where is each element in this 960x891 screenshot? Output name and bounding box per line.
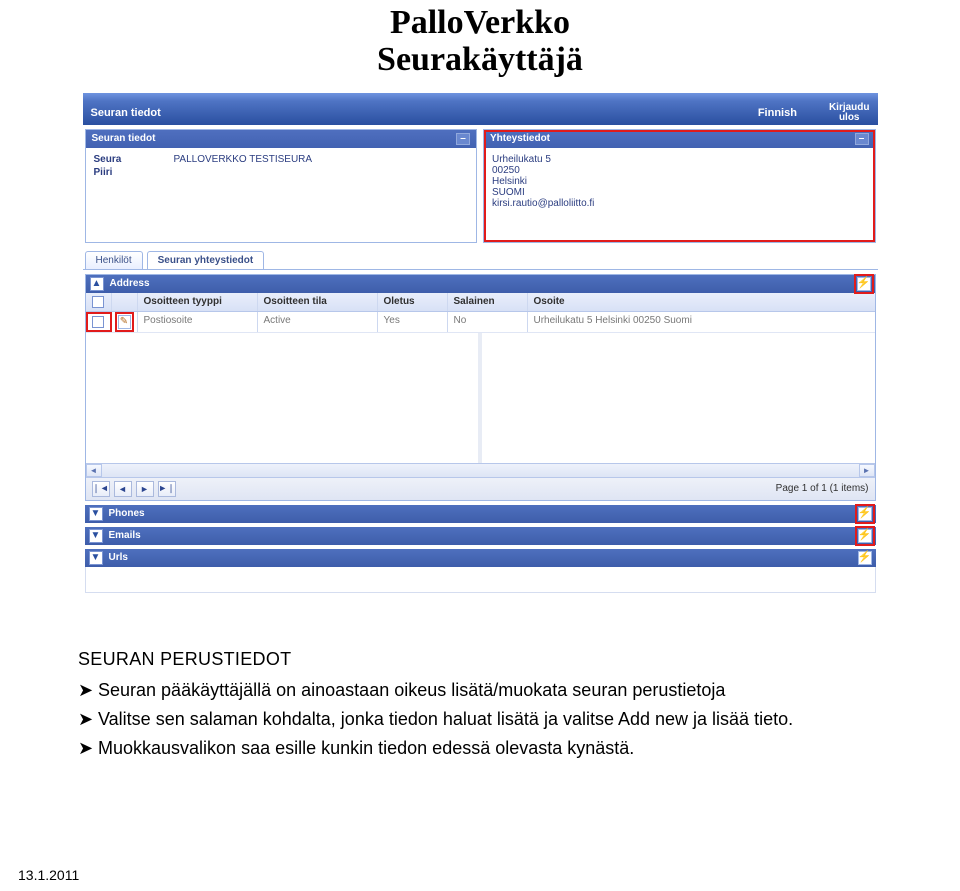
contact-line: kirsi.rautio@palloliitto.fi	[492, 198, 867, 209]
menubar: Seuran tiedot Finnish Kirjaudu ulos	[83, 101, 878, 125]
pager-prev-icon[interactable]: ◄	[114, 481, 132, 497]
panel-title-right: Yhteystiedot	[490, 133, 550, 145]
cell-secret: No	[448, 312, 528, 332]
col-osoite[interactable]: Osoite	[528, 293, 875, 311]
section-title: Address	[110, 278, 150, 289]
tab-seuran-yhteystiedot[interactable]: Seuran yhteystiedot	[147, 251, 265, 269]
panel-body-left: Seura PALLOVERKKO TESTISEURA Piiri	[86, 148, 477, 242]
footer-date: 13.1.2011	[18, 867, 79, 883]
section-title: Phones	[109, 508, 145, 519]
cell-type: Postiosoite	[138, 312, 258, 332]
header-edit-col	[112, 293, 138, 311]
bullet-marker-icon: ➤	[78, 707, 98, 732]
row-checkbox-cell[interactable]	[86, 312, 112, 332]
tabs: Henkilöt Seuran yhteystiedot	[83, 251, 878, 270]
language-selector[interactable]: Finnish	[758, 107, 797, 119]
section-emails[interactable]: ▼ Emails ⚡	[85, 527, 876, 545]
info-panels-row: Seuran tiedot – Seura PALLOVERKKO TESTIS…	[83, 129, 878, 243]
instruction-text: SEURAN PERUSTIEDOT ➤ Seuran pääkäyttäjäl…	[78, 647, 882, 762]
bolt-icon[interactable]: ⚡	[858, 529, 872, 543]
app-screenshot: Seuran tiedot Finnish Kirjaudu ulos Seur…	[83, 93, 878, 593]
bullet-text: Seuran pääkäyttäjällä on ainoastaan oike…	[98, 678, 725, 703]
pencil-icon[interactable]: ✎	[118, 315, 131, 329]
pager-text: Page 1 of 1 (1 items)	[776, 483, 869, 494]
contact-line: Urheilukatu 5	[492, 154, 867, 165]
panel-yhteystiedot: Yhteystiedot – Urheilukatu 5 00250 Helsi…	[483, 129, 876, 243]
panel-header-right: Yhteystiedot –	[484, 130, 875, 148]
section-header-address: ▲ Address ⚡	[86, 275, 875, 293]
bullet-marker-icon: ➤	[78, 736, 98, 761]
menu-seuran-tiedot[interactable]: Seuran tiedot	[91, 107, 161, 119]
logout-button[interactable]: Kirjaudu ulos	[829, 103, 870, 123]
section-phones[interactable]: ▼ Phones ⚡	[85, 505, 876, 523]
bolt-icon[interactable]: ⚡	[858, 551, 872, 565]
panel-collapse-icon[interactable]: –	[855, 133, 869, 145]
kv-key: Piiri	[94, 167, 174, 178]
panel-body-right: Urheilukatu 5 00250 Helsinki SUOMI kirsi…	[484, 148, 875, 242]
bullet-text: Muokkausvalikon saa esille kunkin tiedon…	[98, 736, 634, 761]
contact-line: SUOMI	[492, 187, 867, 198]
panel-title-left: Seuran tiedot	[92, 133, 156, 145]
panel-header-left: Seuran tiedot –	[86, 130, 477, 148]
col-osoitteen-tila[interactable]: Osoitteen tila	[258, 293, 378, 311]
title-line1: PalloVerkko	[390, 4, 570, 41]
contact-line: Helsinki	[492, 176, 867, 187]
title-line2: Seurakäyttäjä	[377, 41, 583, 78]
bolt-icon[interactable]: ⚡	[858, 507, 872, 521]
bullet-text: Valitse sen salaman kohdalta, jonka tied…	[98, 707, 793, 732]
checkbox-icon[interactable]	[92, 316, 104, 328]
bullet-item: ➤ Seuran pääkäyttäjällä on ainoastaan oi…	[78, 678, 882, 703]
top-strip	[83, 93, 878, 101]
bullet-item: ➤ Valitse sen salaman kohdalta, jonka ti…	[78, 707, 882, 732]
section-address: ▲ Address ⚡ Osoitteen tyyppi Osoitteen t…	[85, 274, 876, 501]
kv-value	[174, 167, 469, 178]
panel-seuran-tiedot: Seuran tiedot – Seura PALLOVERKKO TESTIS…	[85, 129, 478, 243]
kv-row: Piiri	[94, 167, 469, 178]
pager-next-icon[interactable]: ►	[136, 481, 154, 497]
pager-first-icon[interactable]: ❘◄	[92, 481, 110, 497]
section-title: Urls	[109, 552, 128, 563]
tab-henkilot[interactable]: Henkilöt	[85, 251, 143, 269]
row-edit-cell[interactable]: ✎	[112, 312, 138, 332]
cell-address: Urheilukatu 5 Helsinki 00250 Suomi	[528, 312, 875, 332]
grid-header: Osoitteen tyyppi Osoitteen tila Oletus S…	[86, 293, 875, 312]
panel-collapse-icon[interactable]: –	[456, 133, 470, 145]
cell-state: Active	[258, 312, 378, 332]
expand-icon[interactable]: ▼	[89, 551, 103, 565]
cell-default: Yes	[378, 312, 448, 332]
kv-row: Seura PALLOVERKKO TESTISEURA	[94, 154, 469, 165]
section-title: Emails	[109, 530, 141, 541]
expand-icon[interactable]: ▼	[89, 507, 103, 521]
checkbox-icon[interactable]	[92, 296, 104, 308]
kv-value: PALLOVERKKO TESTISEURA	[174, 154, 469, 165]
bottom-blank	[85, 567, 876, 593]
grid-empty-area	[86, 333, 875, 463]
contact-line: 00250	[492, 165, 867, 176]
collapse-icon[interactable]: ▲	[90, 277, 104, 291]
col-salainen[interactable]: Salainen	[448, 293, 528, 311]
kv-key: Seura	[94, 154, 174, 165]
bullet-item: ➤ Muokkausvalikon saa esille kunkin tied…	[78, 736, 882, 761]
pager-last-icon[interactable]: ►❘	[158, 481, 176, 497]
table-row[interactable]: ✎ Postiosoite Active Yes No Urheilukatu …	[86, 312, 875, 333]
address-grid: Osoitteen tyyppi Osoitteen tila Oletus S…	[86, 293, 875, 500]
horizontal-scrollbar[interactable]	[86, 463, 875, 477]
header-checkbox-col	[86, 293, 112, 311]
pager: ❘◄ ◄ ► ►❘ Page 1 of 1 (1 items)	[86, 477, 875, 500]
bullet-marker-icon: ➤	[78, 678, 98, 703]
bolt-icon[interactable]: ⚡	[857, 277, 871, 291]
instruction-heading: SEURAN PERUSTIEDOT	[78, 647, 882, 672]
col-osoitteen-tyyppi[interactable]: Osoitteen tyyppi	[138, 293, 258, 311]
section-urls[interactable]: ▼ Urls ⚡	[85, 549, 876, 567]
document-title: PalloVerkko Seurakäyttäjä	[0, 4, 960, 79]
expand-icon[interactable]: ▼	[89, 529, 103, 543]
col-oletus[interactable]: Oletus	[378, 293, 448, 311]
